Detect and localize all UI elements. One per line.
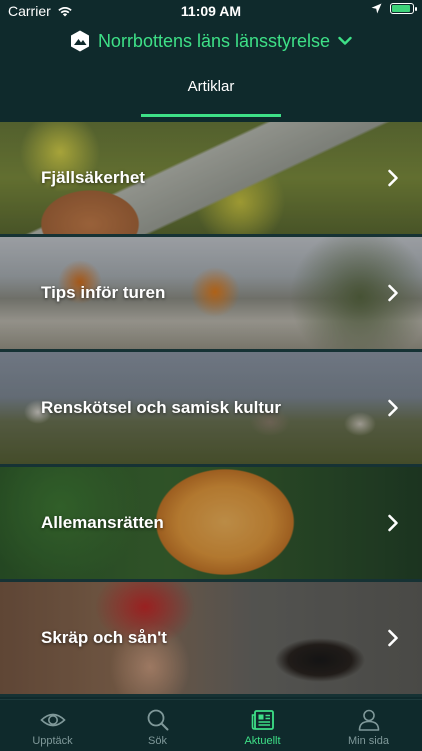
organization-title: Norrbottens läns länsstyrelse [97,30,331,51]
article-card-tips-infor-turen[interactable]: Tips inför turen [0,237,422,349]
tab-sok[interactable]: Sök [105,700,210,751]
article-card-renskotsel[interactable]: Renskötsel och samisk kultur [0,352,422,464]
article-title: Fjällsäkerhet [41,168,145,187]
tab-min-sida[interactable]: Min sida [316,700,421,751]
tab-label: Sök [148,735,167,747]
tab-label: Min sida [348,735,389,747]
tab-label: Aktuellt [244,735,281,747]
tab-artiklar[interactable]: Artiklar [0,78,422,95]
chevron-right-icon [388,284,398,302]
battery-icon [390,3,417,14]
article-title: Tips inför turen [41,283,166,302]
tab-aktuellt[interactable]: Aktuellt [210,700,315,751]
tab-upptack[interactable]: Upptäck [0,700,105,751]
article-card-fjallsakerhet[interactable]: Fjällsäkerhet [0,122,422,234]
chevron-down-icon [338,36,352,45]
article-card-skrap[interactable]: Skräp och sån't [0,582,422,694]
article-title: Skräp och sån't [41,628,167,647]
status-right [371,3,417,14]
article-title: Renskötsel och samisk kultur [41,398,281,417]
eye-icon [39,713,66,727]
person-icon [358,709,379,731]
app-header: Norrbottens läns länsstyrelse Artiklar [0,24,422,122]
article-card-allemansratten[interactable]: Allemansrätten [0,467,422,579]
bottom-tab-bar: Upptäck Sök Aktuellt Min sida [0,699,422,751]
chevron-right-icon [388,514,398,532]
tab-label: Upptäck [32,735,73,747]
status-bar: Carrier 11:09 AM [0,0,422,24]
article-title: Allemansrätten [41,513,164,532]
card-divider [0,694,422,697]
chevron-right-icon [388,169,398,187]
chevron-right-icon [388,629,398,647]
status-time: 11:09 AM [180,3,242,19]
newspaper-icon [251,710,274,730]
article-list: Fjällsäkerhet Tips inför turen Renskötse… [0,122,422,699]
organization-logo-icon [70,30,89,52]
chevron-right-icon [388,399,398,417]
location-arrow-icon [371,3,382,14]
organization-selector[interactable]: Norrbottens läns länsstyrelse [0,30,422,52]
search-icon [147,709,168,731]
tab-active-indicator [141,114,281,117]
